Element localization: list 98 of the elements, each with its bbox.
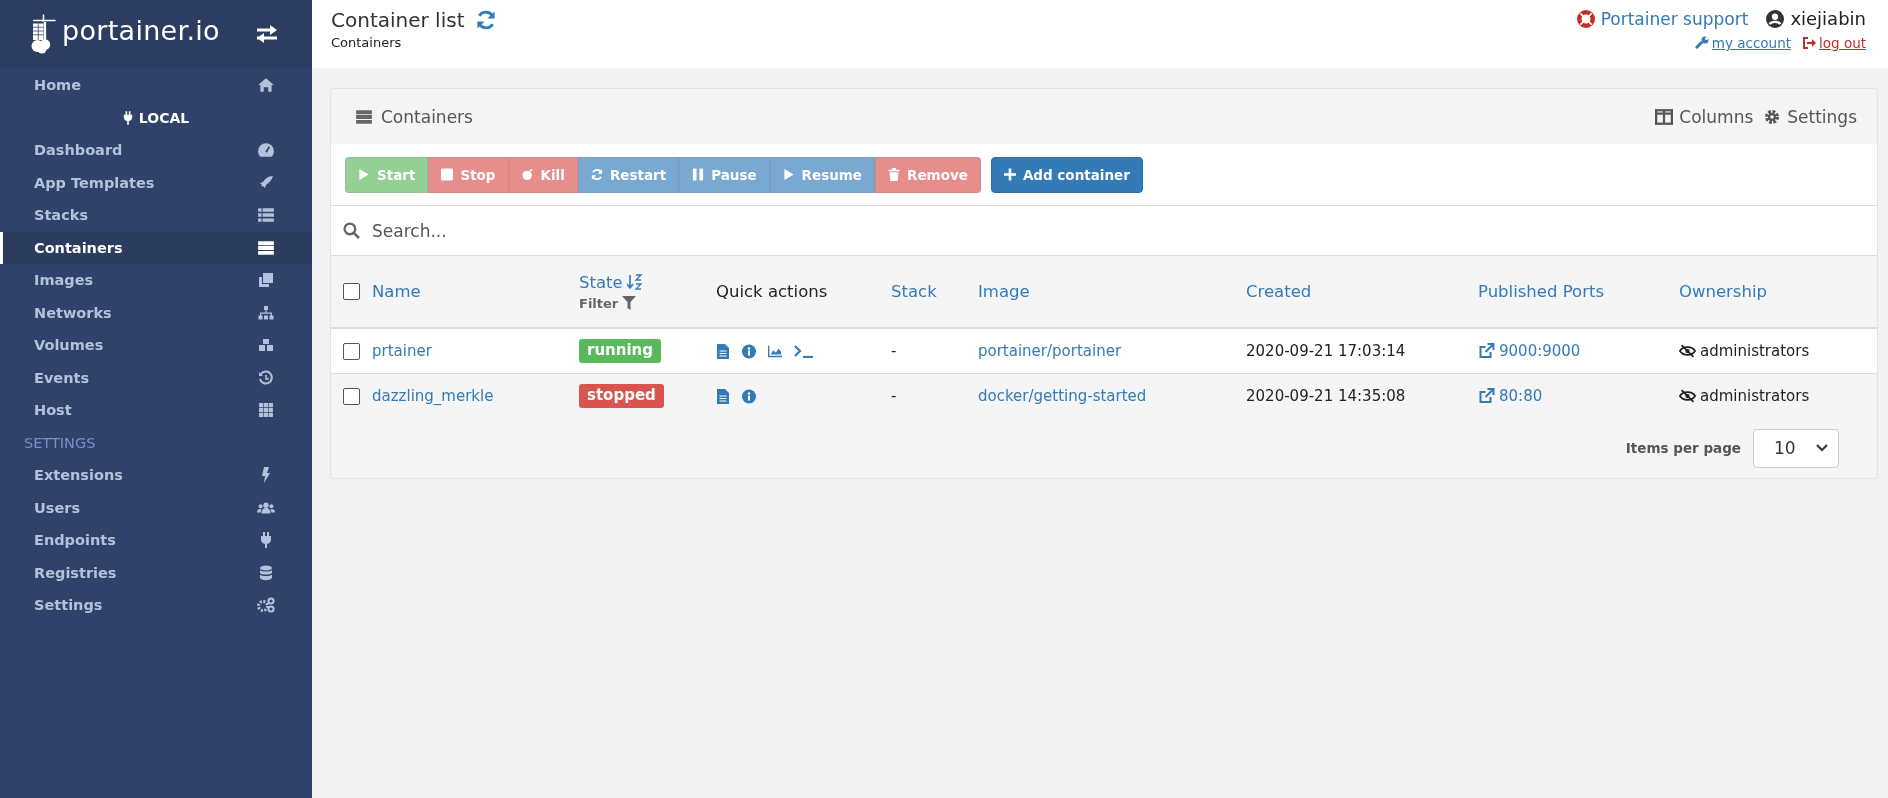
- file-icon[interactable]: [716, 388, 730, 404]
- gear-icon: [1763, 108, 1782, 125]
- sidebar-item[interactable]: Containers: [0, 231, 312, 264]
- endpoint-heading: LOCAL: [0, 101, 312, 134]
- breadcrumb: Containers: [331, 35, 403, 50]
- sidebar-item[interactable]: App Templates: [0, 166, 312, 199]
- column-header[interactable]: Name: [372, 282, 421, 301]
- home-icon: [257, 77, 275, 94]
- trash-icon: [888, 168, 900, 181]
- settings-button[interactable]: Settings: [1763, 106, 1857, 127]
- gauge-icon: [257, 142, 275, 159]
- database-icon: [257, 564, 275, 581]
- column-header[interactable]: Ownership: [1679, 282, 1767, 301]
- refresh-icon[interactable]: [476, 10, 497, 30]
- bomb-icon: [521, 168, 534, 181]
- user-icon: [1766, 9, 1785, 28]
- section-heading: SETTINGS: [23, 433, 97, 453]
- wrench-icon: [1694, 36, 1709, 50]
- sign-out-icon: [1802, 36, 1816, 50]
- sidebar-item[interactable]: Home: [0, 69, 312, 102]
- sidebar-item[interactable]: Stacks: [0, 199, 312, 232]
- row-checkbox[interactable]: [343, 387, 360, 405]
- sidebar-item[interactable]: Endpoints: [0, 524, 312, 557]
- search-field[interactable]: Search...: [331, 206, 1877, 256]
- my-account-link[interactable]: my account: [1711, 35, 1791, 51]
- columns-button[interactable]: Columns: [1655, 106, 1754, 127]
- external-link-icon: [1478, 343, 1495, 359]
- plug-icon: [122, 110, 133, 125]
- pause-icon: [692, 168, 705, 181]
- eye-slash-icon: [1679, 388, 1696, 404]
- cubes-icon: [257, 337, 275, 354]
- info-icon[interactable]: [742, 343, 756, 359]
- add-container-button[interactable]: Add container: [990, 156, 1143, 193]
- filter-icon[interactable]: [622, 296, 637, 310]
- table-cell: 2020-09-21 17:03:14: [1246, 342, 1406, 360]
- items-per-page-label: Items per page: [1625, 440, 1741, 456]
- status-badge: stopped: [579, 384, 664, 408]
- port-link[interactable]: 9000:9000: [1499, 342, 1581, 360]
- sidebar-item[interactable]: Networks: [0, 296, 312, 329]
- container-name-link[interactable]: prtainer: [372, 342, 432, 360]
- sidebar-item[interactable]: Events: [0, 361, 312, 394]
- image-link[interactable]: docker/getting-started: [978, 387, 1147, 405]
- sidebar-item[interactable]: Registries: [0, 556, 312, 589]
- list-icon: [257, 207, 275, 224]
- column-header[interactable]: Stack: [891, 282, 937, 301]
- page-title: Container list: [331, 8, 465, 32]
- port-link[interactable]: 80:80: [1499, 387, 1543, 405]
- status-badge: running: [579, 339, 661, 363]
- external-link-icon: [1478, 388, 1495, 404]
- filter-link[interactable]: Filter: [579, 295, 619, 311]
- support-link[interactable]: Portainer support: [1600, 8, 1749, 29]
- columns-icon: [1655, 108, 1674, 125]
- table-cell: -: [891, 387, 897, 405]
- column-header[interactable]: Image: [978, 282, 1030, 301]
- column-header[interactable]: State: [579, 272, 623, 292]
- history-icon: [257, 369, 275, 386]
- panel-title: Containers: [381, 106, 473, 127]
- sitemap-icon: [257, 304, 275, 321]
- sidebar-item[interactable]: Users: [0, 491, 312, 524]
- row-checkbox[interactable]: [343, 342, 360, 360]
- plus-icon: [1003, 168, 1016, 181]
- log-out-link[interactable]: log out: [1819, 35, 1866, 51]
- file-icon[interactable]: [716, 343, 730, 359]
- username: xiejiabin: [1790, 8, 1866, 29]
- column-header[interactable]: Published Ports: [1478, 282, 1604, 301]
- sidebar-item[interactable]: Dashboard: [0, 134, 312, 167]
- table-cell: 2020-09-21 14:35:08: [1246, 387, 1406, 405]
- chevron-down-icon: [1816, 444, 1828, 452]
- sidebar-item[interactable]: Settings: [0, 589, 312, 622]
- table-cell: administrators: [1700, 342, 1810, 360]
- stop-icon: [441, 168, 454, 181]
- sidebar-item[interactable]: Volumes: [0, 329, 312, 362]
- play-icon: [782, 168, 795, 181]
- sidebar-item[interactable]: Host: [0, 394, 312, 427]
- server-icon: [355, 108, 373, 125]
- logo-text[interactable]: portainer.io: [62, 15, 220, 46]
- sort-icon[interactable]: [626, 274, 643, 290]
- grid-icon: [257, 402, 275, 419]
- eye-slash-icon: [1679, 343, 1696, 359]
- server-icon: [257, 239, 275, 256]
- chart-icon[interactable]: [768, 343, 782, 359]
- clone-icon: [257, 272, 275, 289]
- column-header: Quick actions: [716, 282, 828, 301]
- column-header[interactable]: Created: [1246, 282, 1312, 301]
- container-name-link[interactable]: dazzling_merkle: [372, 387, 494, 405]
- info-icon[interactable]: [742, 388, 756, 404]
- swap-arrows-icon[interactable]: [256, 25, 278, 43]
- life-ring-icon: [1576, 9, 1595, 28]
- refresh-icon: [590, 168, 603, 181]
- play-icon: [358, 168, 370, 181]
- terminal-icon[interactable]: [794, 344, 814, 358]
- sidebar-item[interactable]: Images: [0, 264, 312, 297]
- items-per-page-select[interactable]: 10: [1753, 428, 1839, 468]
- select-all-checkbox[interactable]: [343, 283, 360, 300]
- sidebar-item[interactable]: Extensions: [0, 459, 312, 492]
- image-link[interactable]: portainer/portainer: [978, 342, 1122, 360]
- table-cell: -: [891, 342, 897, 360]
- table-cell: administrators: [1700, 387, 1810, 405]
